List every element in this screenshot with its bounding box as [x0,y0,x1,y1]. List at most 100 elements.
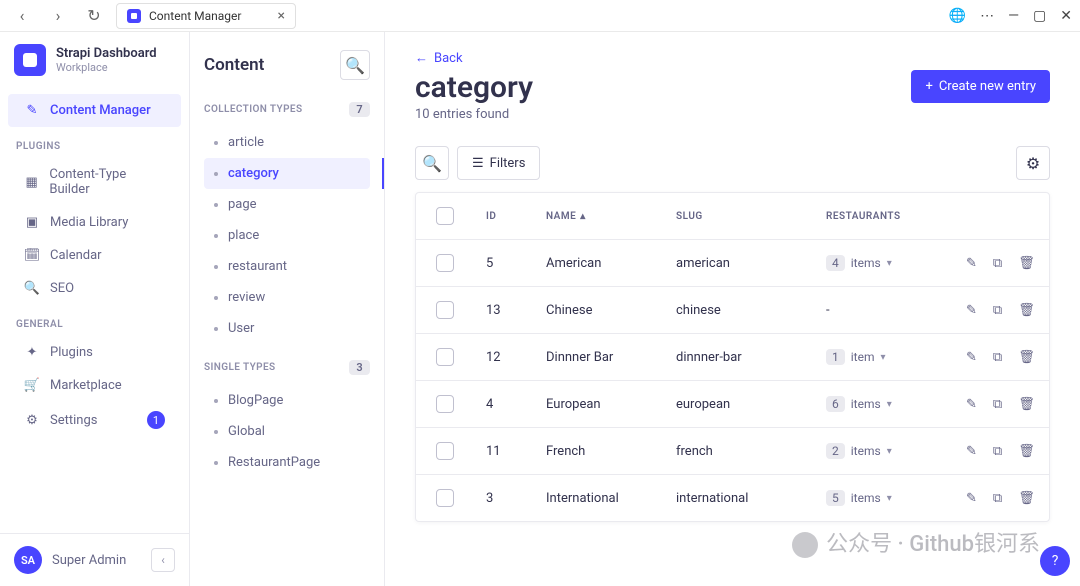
select-all-checkbox[interactable] [436,207,454,225]
collection-type-article[interactable]: article [204,127,370,158]
sidebar-section-plugins: PLUGINS [0,127,189,158]
collection-types-label: COLLECTION TYPES [204,104,302,115]
row-checkbox[interactable] [436,301,454,319]
delete-icon[interactable]: 🗑 [1018,303,1035,318]
bullet-icon [214,172,218,176]
help-button[interactable]: ? [1040,546,1070,576]
sidebar-item-ctb[interactable]: ▦ Content-Type Builder [8,158,181,206]
delete-icon[interactable]: 🗑 [1018,256,1035,271]
sidebar-item-settings[interactable]: ⚙ Settings 1 [8,402,181,438]
sidebar-item-media[interactable]: ▣ Media Library [8,206,181,239]
row-checkbox[interactable] [436,254,454,272]
table-row[interactable]: 13Chinesechinese-✎⧉🗑 [416,286,1049,333]
single-type-restaurantpage[interactable]: RestaurantPage [204,447,370,478]
sidebar-item-label: Content Manager [50,103,151,118]
ct-item-label: RestaurantPage [228,455,320,470]
back-link[interactable]: ← Back [415,50,1050,66]
table-row[interactable]: 4Europeaneuropean6items▾✎⧉🗑 [416,380,1049,427]
filters-button[interactable]: ☰ Filters [457,146,540,180]
restaurants-cell[interactable]: 1item▾ [826,349,886,365]
tab-title: Content Manager [149,9,241,23]
row-checkbox[interactable] [436,395,454,413]
close-icon[interactable]: × [278,8,285,24]
brand-logo-icon [14,44,46,76]
chevron-down-icon: ▾ [887,399,892,410]
collapse-sidebar-button[interactable]: ‹ [151,548,175,572]
collection-type-category[interactable]: category [204,158,370,189]
more-icon[interactable]: ⋯ [980,8,994,24]
copy-icon[interactable]: ⧉ [993,397,1002,412]
collection-type-place[interactable]: place [204,220,370,251]
table-row[interactable]: 5Americanamerican4items▾✎⧉🗑 [416,239,1049,286]
globe-icon[interactable]: 🌐 [949,8,966,24]
copy-icon[interactable]: ⧉ [993,444,1002,459]
restaurants-cell: - [826,303,830,318]
sidebar-item-marketplace[interactable]: 🛒 Marketplace [8,369,181,402]
edit-icon[interactable]: ✎ [966,491,977,506]
bullet-icon [214,234,218,238]
edit-icon[interactable]: ✎ [966,303,977,318]
cell-id: 3 [486,491,536,506]
cell-slug: french [676,444,816,459]
row-checkbox[interactable] [436,489,454,507]
browser-back-icon[interactable]: ‹ [8,2,36,30]
content-search-button[interactable]: 🔍 [340,50,370,80]
collection-type-restaurant[interactable]: restaurant [204,251,370,282]
restaurants-cell[interactable]: 4items▾ [826,255,892,271]
table-settings-button[interactable]: ⚙ [1016,146,1050,180]
maximize-icon[interactable]: ▢ [1033,8,1046,24]
col-name[interactable]: NAME ▴ [546,211,666,222]
sidebar-item-seo[interactable]: 🔍 SEO [8,272,181,305]
col-slug[interactable]: SLUG [676,211,816,222]
window-close-icon[interactable]: ✕ [1060,8,1072,24]
delete-icon[interactable]: 🗑 [1018,397,1035,412]
row-checkbox[interactable] [436,442,454,460]
edit-icon[interactable]: ✎ [966,350,977,365]
watermark: 公众号 · Github银河系 [792,526,1040,558]
chevron-down-icon: ▾ [880,352,885,363]
collection-type-page[interactable]: page [204,189,370,220]
col-id[interactable]: ID [486,211,536,222]
sidebar-item-calendar[interactable]: 🗓 Calendar [8,239,181,272]
edit-icon[interactable]: ✎ [966,444,977,459]
single-type-blogpage[interactable]: BlogPage [204,385,370,416]
filters-label: Filters [490,156,526,171]
delete-icon[interactable]: 🗑 [1018,350,1035,365]
sidebar-item-plugins[interactable]: ✦ Plugins [8,336,181,369]
copy-icon[interactable]: ⧉ [993,256,1002,271]
table-row[interactable]: 11Frenchfrench2items▾✎⧉🗑 [416,427,1049,474]
minimize-icon[interactable]: — [1008,8,1019,24]
browser-refresh-icon[interactable]: ↻ [80,2,108,30]
collection-type-review[interactable]: review [204,282,370,313]
table-search-button[interactable]: 🔍 [415,146,449,180]
copy-icon[interactable]: ⧉ [993,491,1002,506]
row-checkbox[interactable] [436,348,454,366]
cell-name: European [546,397,666,412]
edit-icon[interactable]: ✎ [966,397,977,412]
sidebar-item-label: Marketplace [50,378,122,393]
browser-forward-icon[interactable]: › [44,2,72,30]
table-row[interactable]: 3Internationalinternational5items▾✎⧉🗑 [416,474,1049,521]
delete-icon[interactable]: 🗑 [1018,444,1035,459]
col-restaurants[interactable]: RESTAURANTS [826,211,956,222]
create-entry-button[interactable]: + Create new entry [911,70,1050,103]
ct-item-label: page [228,197,257,212]
delete-icon[interactable]: 🗑 [1018,491,1035,506]
edit-icon[interactable]: ✎ [966,256,977,271]
single-type-global[interactable]: Global [204,416,370,447]
copy-icon[interactable]: ⧉ [993,350,1002,365]
settings-badge: 1 [147,411,165,429]
search-icon: 🔍 [24,281,40,296]
avatar[interactable]: SA [14,546,42,574]
restaurants-cell[interactable]: 6items▾ [826,396,892,412]
collection-type-user[interactable]: User [204,313,370,344]
restaurants-cell[interactable]: 2items▾ [826,443,892,459]
sidebar-item-content-manager[interactable]: ✎ Content Manager [8,94,181,127]
browser-tab[interactable]: Content Manager × [116,3,296,29]
content-panel-title: Content [204,55,264,75]
ct-item-label: article [228,135,264,150]
table-row[interactable]: 12Dinnner Bardinnner-bar1item▾✎⧉🗑 [416,333,1049,380]
copy-icon[interactable]: ⧉ [993,303,1002,318]
main-area: ← Back category 10 entries found + Creat… [385,32,1080,586]
restaurants-cell[interactable]: 5items▾ [826,490,892,506]
